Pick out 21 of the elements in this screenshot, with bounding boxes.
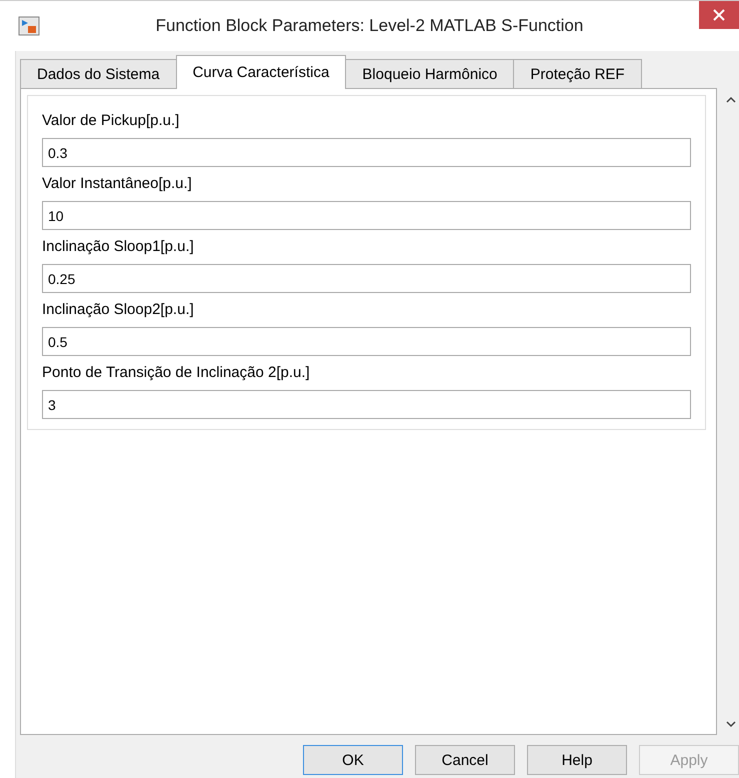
field-label: Valor de Pickup[p.u.] (42, 112, 180, 131)
tab[interactable]: Proteção REF (513, 59, 642, 89)
field-label: Inclinação Sloop2[p.u.] (42, 301, 195, 320)
input-field[interactable]: 0.5 (42, 327, 691, 356)
app-icon (18, 16, 40, 36)
tab[interactable]: Bloqueio Harmônico (345, 59, 514, 89)
input-field[interactable]: 10 (42, 201, 691, 230)
tab[interactable]: Dados do Sistema (20, 59, 177, 89)
input-field[interactable]: 0.25 (42, 264, 691, 293)
close-icon (713, 9, 725, 21)
input-field[interactable]: 0.3 (42, 138, 691, 167)
window-title: Function Block Parameters: Level-2 MATLAB S-Function (154, 16, 584, 36)
dialog-button[interactable]: Cancel (415, 745, 515, 775)
dialog-button[interactable]: OK (303, 745, 403, 775)
input-field[interactable]: 3 (42, 390, 691, 419)
close-button[interactable] (699, 1, 739, 29)
field-label: Valor Instantâneo[p.u.] (42, 175, 193, 194)
tab[interactable]: Curva Característica (176, 55, 346, 89)
dialog-button[interactable]: Help (527, 745, 627, 775)
field-label: Inclinação Sloop1[p.u.] (42, 238, 195, 257)
field-label: Ponto de Transição de Inclinação 2[p.u.] (42, 364, 311, 383)
